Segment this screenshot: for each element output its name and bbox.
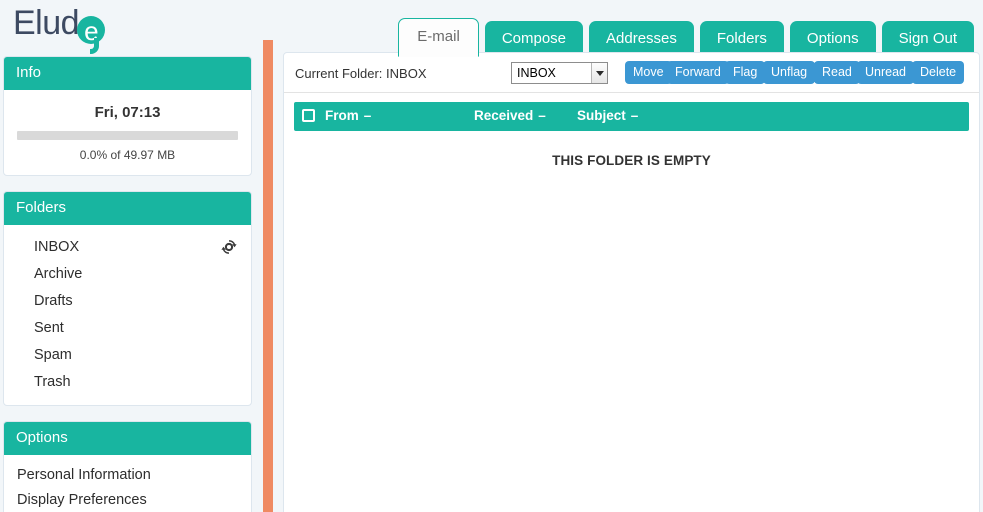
options-list: Personal Information Display Preferences… xyxy=(4,463,251,512)
quota-progress xyxy=(17,131,238,140)
flag-button[interactable]: Flag xyxy=(725,61,766,84)
options-panel: Options Personal Information Display Pre… xyxy=(3,421,252,512)
sidebar-folder-spam[interactable]: Spam xyxy=(4,342,251,369)
quota-text: 0.0% of 49.97 MB xyxy=(79,148,176,162)
column-header-subject-label: Subject xyxy=(577,108,626,123)
folder-label: Archive xyxy=(34,266,83,282)
unflag-button[interactable]: Unflag xyxy=(763,61,816,84)
read-button[interactable]: Read xyxy=(814,61,860,84)
info-panel-title: Info xyxy=(4,57,251,90)
sort-indicator: – xyxy=(538,108,546,123)
folder-label: Spam xyxy=(34,347,72,363)
folder-list: INBOX Archive Drafts Sent Spam Trash xyxy=(4,234,251,396)
sidebar-folder-drafts[interactable]: Drafts xyxy=(4,288,251,315)
options-item-personal-information[interactable]: Personal Information xyxy=(4,463,251,488)
delete-button[interactable]: Delete xyxy=(912,61,965,84)
options-panel-title: Options xyxy=(4,422,251,455)
sidebar-folder-archive[interactable]: Archive xyxy=(4,261,251,288)
logo-tail xyxy=(90,38,100,54)
sidebar-folder-sent[interactable]: Sent xyxy=(4,315,251,342)
folder-label: Sent xyxy=(34,320,64,336)
message-list-header: From – Received – Subject – xyxy=(294,102,969,131)
vertical-divider xyxy=(263,40,273,512)
column-header-received-label: Received xyxy=(474,108,534,123)
column-header-received[interactable]: Received – xyxy=(474,108,546,123)
folders-panel: Folders INBOX Archive Drafts Sent Spam T… xyxy=(3,191,252,406)
column-header-subject[interactable]: Subject – xyxy=(577,108,638,123)
select-all-checkbox[interactable] xyxy=(302,109,315,122)
folder-label: INBOX xyxy=(34,239,80,255)
quota-progress-track xyxy=(17,131,238,140)
folders-panel-title: Folders xyxy=(4,192,251,225)
current-folder-label: Current Folder: INBOX xyxy=(295,66,427,81)
refresh-icon[interactable] xyxy=(221,239,237,255)
sidebar-folder-trash[interactable]: Trash xyxy=(4,369,251,396)
logo-badge-e: e xyxy=(77,16,106,54)
app-logo: Elud e xyxy=(13,3,106,54)
column-header-from-label: From xyxy=(325,108,359,123)
info-panel-body: Fri, 07:13 0.0% of 49.97 MB xyxy=(4,90,251,175)
sort-indicator: – xyxy=(630,108,639,123)
forward-button[interactable]: Forward xyxy=(667,61,729,84)
main-panel: Current Folder: INBOX INBOXArchiveDrafts… xyxy=(283,52,980,512)
options-panel-body: Personal Information Display Preferences… xyxy=(4,455,251,512)
empty-folder-message: THIS FOLDER IS EMPTY xyxy=(552,153,711,168)
folder-label: Drafts xyxy=(34,293,73,309)
tab-email[interactable]: E-mail xyxy=(398,18,479,57)
folder-label: Trash xyxy=(34,374,71,390)
webmail-app: Elud e E-mail Compose Addresses Folders O… xyxy=(0,0,983,512)
message-toolbar: Current Folder: INBOX INBOXArchiveDrafts… xyxy=(284,53,979,93)
sort-indicator: – xyxy=(363,108,372,123)
move-button[interactable]: Move xyxy=(625,61,672,84)
folder-select[interactable]: INBOXArchiveDraftsSentSpamTrash xyxy=(511,62,608,84)
current-time: Fri, 07:13 xyxy=(94,104,161,121)
options-item-display-preferences[interactable]: Display Preferences xyxy=(4,488,251,512)
folders-panel-body: INBOX Archive Drafts Sent Spam Trash xyxy=(4,225,251,405)
logo-text: Elud xyxy=(13,4,80,42)
unread-button[interactable]: Unread xyxy=(857,61,914,84)
sidebar-folder-inbox[interactable]: INBOX xyxy=(4,234,251,261)
sidebar: Info Fri, 07:13 0.0% of 49.97 MB Folders… xyxy=(3,56,252,512)
info-panel: Info Fri, 07:13 0.0% of 49.97 MB xyxy=(3,56,252,176)
column-header-from[interactable]: From – xyxy=(325,108,371,123)
